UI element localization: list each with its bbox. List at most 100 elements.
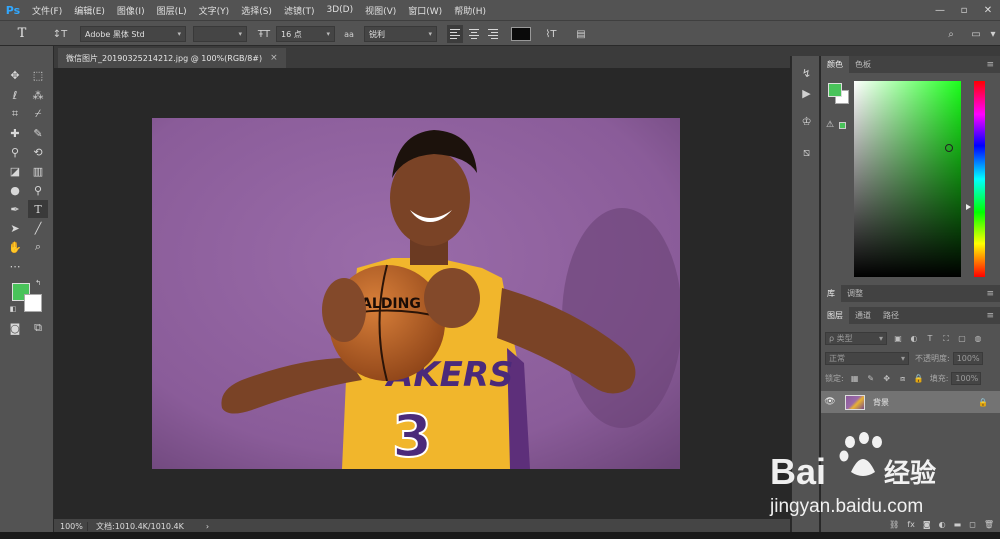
text-color-swatch[interactable] <box>511 27 531 41</box>
visibility-eye-icon[interactable]: 👁 <box>821 397 839 407</box>
menu-select[interactable]: 选择(S) <box>235 4 278 17</box>
document-tab[interactable]: 微信图片_20190325214212.jpg @ 100%(RGB/8#) × <box>58 48 286 68</box>
history-brush-tool-icon[interactable]: ⟲ <box>28 143 48 161</box>
canvas-area[interactable]: AKERS 3 SPALDING <box>54 68 790 519</box>
menu-filter[interactable]: 滤镜(T) <box>278 4 321 17</box>
antialias-select[interactable]: 锐利 ▾ <box>364 26 437 42</box>
lock-artboard-icon[interactable]: ⧈ <box>898 374 908 384</box>
blend-mode-select[interactable]: 正常 ▾ <box>825 352 909 365</box>
eraser-tool-icon[interactable]: ◪ <box>5 162 25 180</box>
filter-pixel-icon[interactable]: ▣ <box>893 334 903 344</box>
quick-select-tool-icon[interactable]: ⁂ <box>28 86 48 104</box>
font-family-select[interactable]: Adobe 黑体 Std ▾ <box>80 26 186 42</box>
delete-layer-icon[interactable]: 🗑 <box>984 520 994 529</box>
path-select-tool-icon[interactable]: ➤ <box>5 219 25 237</box>
lock-all-icon[interactable]: 🔒 <box>914 374 924 384</box>
default-colors-icon[interactable]: ◧ <box>8 304 18 314</box>
warp-text-icon[interactable]: ⌇T <box>543 26 559 42</box>
character-panel-icon[interactable]: ▤ <box>573 26 589 42</box>
text-orientation-icon[interactable]: ↕T <box>52 26 68 42</box>
history-panel-icon[interactable]: ↯ <box>797 64 816 82</box>
tab-paths[interactable]: 路径 <box>877 307 905 324</box>
menu-layer[interactable]: 图层(L) <box>151 4 193 17</box>
actions-panel-icon[interactable]: ▶ <box>797 84 816 102</box>
marquee-tool-icon[interactable]: ⬚ <box>28 66 48 84</box>
opacity-input[interactable]: 100% <box>952 352 983 365</box>
document-image[interactable]: AKERS 3 SPALDING <box>152 118 680 469</box>
hue-slider-handle[interactable] <box>966 204 971 210</box>
type-tool-preset-icon[interactable]: T <box>0 26 44 41</box>
swap-colors-icon[interactable]: ↰ <box>33 278 43 288</box>
fill-input[interactable]: 100% <box>951 372 982 385</box>
tab-layers[interactable]: 图层 <box>821 307 849 324</box>
menu-view[interactable]: 视图(V) <box>359 4 402 17</box>
menu-image[interactable]: 图像(I) <box>111 4 151 17</box>
type-tool-icon[interactable]: T <box>28 200 48 218</box>
layer-item-background[interactable]: 👁 背景 🔒 <box>821 391 1000 413</box>
tab-channels[interactable]: 通道 <box>849 307 877 324</box>
align-left-button[interactable] <box>447 25 463 43</box>
pen-tool-icon[interactable]: ✒ <box>5 200 25 218</box>
workspace-icon[interactable]: ▭ <box>968 26 984 42</box>
line-tool-icon[interactable]: ╱ <box>28 219 48 237</box>
menu-type[interactable]: 文字(Y) <box>193 4 236 17</box>
glyphs-panel-icon[interactable]: ♔ <box>797 112 816 130</box>
healing-brush-tool-icon[interactable]: ✚ <box>5 124 25 142</box>
zoom-level[interactable]: 100% <box>54 521 88 531</box>
gamut-warning-icon[interactable]: ⚠ <box>826 120 834 130</box>
filter-toggle-icon[interactable]: ◍ <box>973 334 983 344</box>
eyedropper-tool-icon[interactable]: ⌿ <box>28 105 48 123</box>
menu-3d[interactable]: 3D(D) <box>320 5 359 15</box>
blur-tool-icon[interactable]: ● <box>5 181 25 199</box>
brush-tool-icon[interactable]: ✎ <box>28 124 48 142</box>
menu-edit[interactable]: 编辑(E) <box>68 4 111 17</box>
panel-menu-icon[interactable]: ≡ <box>986 56 1000 73</box>
align-right-button[interactable] <box>485 25 501 43</box>
maximize-button[interactable]: ▫ <box>952 0 976 20</box>
foreground-color-swatch[interactable] <box>828 83 842 97</box>
font-style-select[interactable]: ▾ <box>193 26 247 42</box>
tab-adjustments[interactable]: 调整 <box>841 285 869 302</box>
menu-help[interactable]: 帮助(H) <box>448 4 492 17</box>
close-icon[interactable]: × <box>270 53 278 63</box>
filter-smart-object-icon[interactable]: ▢ <box>957 334 967 344</box>
chevron-down-icon[interactable]: ▾ <box>988 26 998 42</box>
align-center-button[interactable] <box>466 25 482 43</box>
menu-window[interactable]: 窗口(W) <box>402 4 448 17</box>
hand-tool-icon[interactable]: ✋ <box>5 238 25 256</box>
screen-mode-icon[interactable]: ⧉ <box>28 319 48 337</box>
minimize-button[interactable]: — <box>928 0 952 20</box>
new-layer-icon[interactable]: ◻ <box>969 520 976 529</box>
background-color-swatch[interactable] <box>24 294 42 312</box>
zoom-tool-icon[interactable]: ⌕ <box>28 238 48 256</box>
clone-stamp-tool-icon[interactable]: ⚲ <box>5 143 25 161</box>
color-picker-cursor[interactable] <box>945 144 953 152</box>
dodge-tool-icon[interactable]: ⚲ <box>28 181 48 199</box>
gamut-color-swatch[interactable] <box>839 122 846 129</box>
gradient-tool-icon[interactable]: ▥ <box>28 162 48 180</box>
tab-color[interactable]: 颜色 <box>821 56 849 73</box>
menu-file[interactable]: 文件(F) <box>26 4 68 17</box>
panel-menu-icon[interactable]: ≡ <box>986 307 1000 324</box>
layer-name[interactable]: 背景 <box>873 397 889 408</box>
close-button[interactable]: ✕ <box>976 0 1000 20</box>
lock-position-icon[interactable]: ✥ <box>882 374 892 384</box>
chevron-right-icon[interactable]: › <box>206 522 209 531</box>
tab-libraries[interactable]: 库 <box>821 285 841 302</box>
font-size-select[interactable]: 16 点 ▾ <box>276 26 335 42</box>
move-tool-icon[interactable]: ✥ <box>5 66 25 84</box>
filter-type-icon[interactable]: T <box>925 334 935 344</box>
tab-swatches[interactable]: 色板 <box>849 56 877 73</box>
crop-tool-icon[interactable]: ⌗ <box>5 105 25 123</box>
quick-mask-icon[interactable]: ◙ <box>5 319 25 337</box>
more-tools-icon[interactable]: ⋯ <box>5 257 25 275</box>
filter-shape-icon[interactable]: ⛶ <box>941 334 951 344</box>
lock-transparent-icon[interactable]: ▦ <box>850 374 860 384</box>
search-icon[interactable]: ⌕ <box>943 26 959 42</box>
lasso-tool-icon[interactable]: ℓ <box>5 86 25 104</box>
layer-filter-select[interactable]: ρ 类型 ▾ <box>825 332 887 345</box>
lock-icon[interactable]: 🔒 <box>978 398 988 407</box>
properties-panel-icon[interactable]: ⧅ <box>797 144 816 162</box>
panel-menu-icon[interactable]: ≡ <box>986 285 1000 302</box>
filter-adjustment-icon[interactable]: ◐ <box>909 334 919 344</box>
